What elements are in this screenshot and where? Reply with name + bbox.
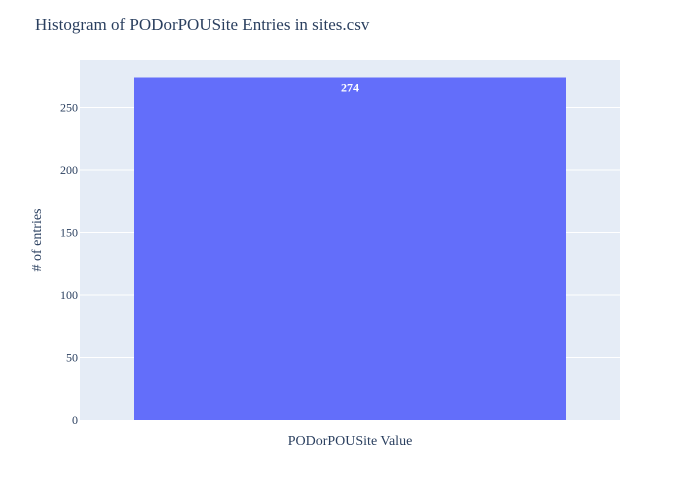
y-tick-label: 50	[66, 351, 78, 365]
y-tick-labels: 0 50 100 150 200 250	[60, 101, 78, 428]
x-axis-title: PODorPOUSite Value	[288, 434, 413, 449]
y-axis-title: # of entries	[30, 209, 45, 272]
y-tick-label: 200	[60, 163, 78, 177]
histogram-chart: 274 0 50 100 150 200 250 Histogram of PODorPO…	[30, 15, 620, 449]
histogram-bar	[134, 77, 566, 420]
bar-data-label: 274	[341, 81, 359, 95]
y-tick-label: 150	[60, 226, 78, 240]
y-tick-label: 0	[72, 413, 78, 427]
y-tick-label: 250	[60, 101, 78, 115]
y-tick-label: 100	[60, 288, 78, 302]
bars	[134, 77, 566, 420]
data-labels: 274	[341, 81, 359, 95]
chart-title: Histogram of PODorPOUSite Entries in sit…	[35, 15, 370, 34]
